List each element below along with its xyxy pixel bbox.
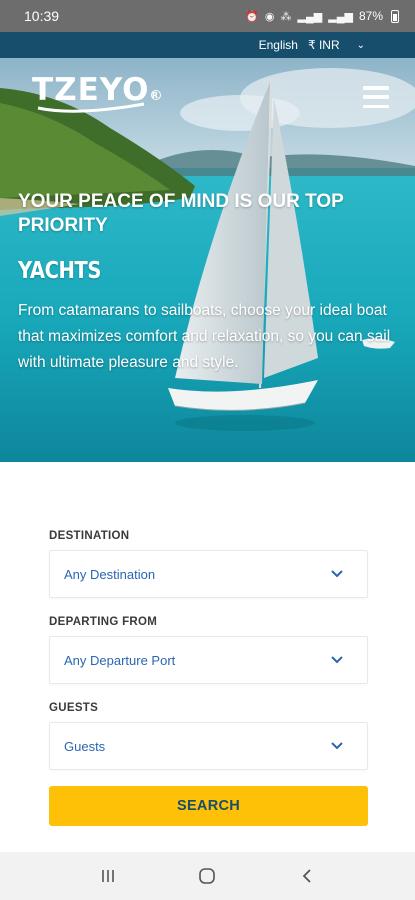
departing-field: DEPARTING FROM Any Departure Port [49, 616, 368, 684]
recent-apps-button[interactable] [93, 861, 123, 891]
back-button[interactable] [292, 861, 322, 891]
volte-icon: ⁂ [280, 10, 292, 23]
back-icon [302, 869, 311, 883]
departing-label: DEPARTING FROM [49, 616, 158, 628]
currency-selector[interactable]: ₹ INR ⌄ [308, 38, 365, 52]
system-nav-bar [0, 852, 415, 900]
status-icons: ⏰ ◉ ⁂ ▂▄▆ ▂▄▆ 87% [245, 9, 399, 23]
chevron-down-icon [331, 742, 343, 750]
wifi-calling-icon: ◉ [264, 10, 275, 23]
menu-icon[interactable] [363, 86, 389, 108]
destination-label: DESTINATION [49, 530, 130, 542]
home-button[interactable] [192, 861, 222, 891]
signal-icon: ▂▄▆ [297, 10, 323, 23]
signal-icon: ▂▄▆ [328, 10, 353, 23]
hero-subtitle: YACHTS [18, 258, 101, 284]
hero-title: YOUR PEACE OF MIND IS OUR TOP PRIORITY [18, 191, 344, 236]
destination-value: Any Destination [64, 566, 156, 582]
chevron-down-icon [331, 656, 343, 664]
chevron-down-icon [331, 570, 343, 578]
destination-field: DESTINATION Any Destination [49, 530, 368, 598]
guests-value: Guests [64, 738, 106, 754]
alarm-icon: ⏰ [245, 10, 259, 23]
guests-select[interactable]: Guests [49, 722, 368, 770]
guests-label: GUESTS [49, 702, 99, 714]
status-time: 10:39 [24, 8, 60, 24]
utility-bar: English ₹ INR ⌄ [0, 32, 415, 58]
language-selector[interactable]: English [259, 38, 298, 52]
currency-label: ₹ INR [307, 38, 340, 52]
chevron-down-icon: ⌄ [356, 39, 365, 51]
search-button[interactable]: SEARCH [49, 786, 368, 826]
departing-select[interactable]: Any Departure Port [49, 636, 368, 684]
destination-select[interactable]: Any Destination [49, 550, 368, 598]
guests-field: GUESTS Guests [49, 702, 368, 770]
battery-icon [391, 9, 399, 23]
registered-mark-icon: R [150, 90, 161, 100]
hero-banner: TZEYO R YOUR PEACE OF MIND IS OUR TOP PRI… [0, 58, 415, 462]
battery-percent: 87% [358, 9, 383, 23]
logo-swoosh-icon [37, 102, 145, 113]
search-form: DESTINATION Any Destination DEPARTING FR… [49, 530, 368, 788]
home-icon [199, 868, 216, 884]
hero-description: From catamarans to sailboats, choose you… [18, 302, 391, 371]
departing-value: Any Departure Port [64, 652, 176, 668]
status-bar: 10:39 ⏰ ◉ ⁂ ▂▄▆ ▂▄▆ 87% [0, 0, 415, 32]
recent-apps-icon [102, 870, 114, 882]
